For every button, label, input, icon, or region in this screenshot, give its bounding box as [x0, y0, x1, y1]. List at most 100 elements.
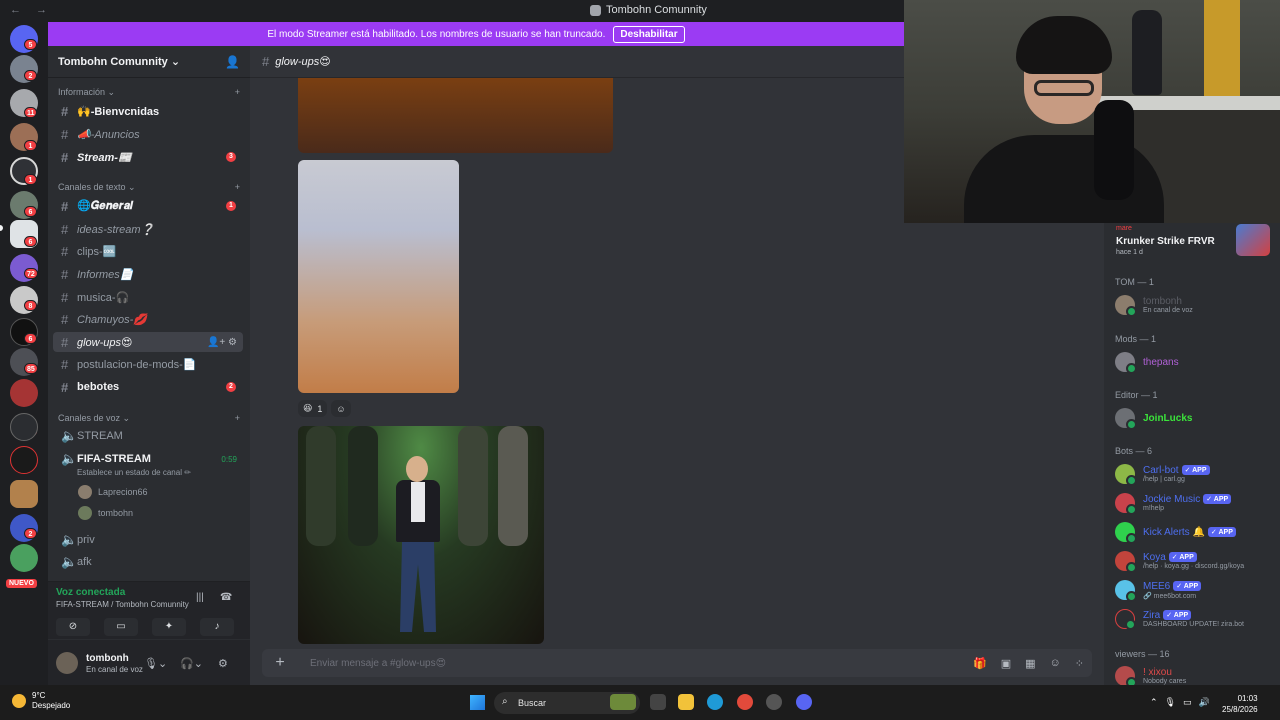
disable-streamer-button[interactable]: Deshabilitar: [613, 25, 685, 43]
channel-general[interactable]: # 🌐𝑮𝒆𝒏𝒆𝒓𝒂𝒍 1: [53, 196, 243, 216]
message-input[interactable]: Enviar mensaje a #glow-ups😍: [298, 658, 973, 669]
user-name[interactable]: tombonh: [86, 653, 129, 664]
server-icon-14[interactable]: [10, 480, 38, 508]
voice-channel-priv[interactable]: 🔈 priv: [53, 530, 243, 550]
widgets-icon[interactable]: [610, 694, 636, 710]
camera-off-icon[interactable]: ⊘: [56, 618, 90, 636]
gif-icon[interactable]: ▣: [1001, 657, 1011, 670]
server-icon-11[interactable]: [10, 379, 38, 407]
channel-settings-icon[interactable]: 👤+ ⚙: [207, 337, 237, 348]
hash-icon: #: [61, 289, 69, 305]
channel-glow-ups[interactable]: # glow-ups😍 👤+ ⚙: [53, 332, 243, 352]
nav-arrows[interactable]: ← →: [10, 4, 53, 16]
microphone-icon[interactable]: 🎙⌄: [144, 657, 167, 670]
channel-musica[interactable]: # musica-🎧: [53, 287, 243, 307]
image-attachment[interactable]: [298, 78, 613, 153]
member-bot[interactable]: Zira ✓ APP DASHBOARD UPDATE! zira.bot: [1115, 606, 1275, 632]
system-tray[interactable]: ⌃🎙▭🔊: [1150, 697, 1217, 708]
gift-icon[interactable]: 🎁: [973, 657, 987, 670]
gif-attachment[interactable]: [298, 426, 544, 644]
weather-widget[interactable]: 9°C Despejado: [12, 691, 70, 711]
hash-icon: #: [61, 198, 69, 214]
category-text[interactable]: Canales de texto ⌄ +: [58, 182, 240, 193]
channel-chamuyos[interactable]: # Chamuyos-💋: [53, 309, 243, 329]
screen-share-icon[interactable]: ▭: [104, 618, 138, 636]
member-name: ! xixou: [1143, 667, 1172, 678]
member-bot[interactable]: Kick Alerts 🔔 ✓ APP: [1115, 519, 1275, 545]
file-explorer-icon[interactable]: [678, 694, 694, 710]
sticker-icon[interactable]: ▦: [1025, 657, 1035, 670]
channel-informes[interactable]: # Informes📄: [53, 264, 243, 284]
edge-icon[interactable]: [707, 694, 723, 710]
channel-bebotes[interactable]: # bebotes 2: [53, 377, 243, 397]
avatar: [78, 506, 92, 520]
channel-ideas-stream[interactable]: # ideas-stream❔: [53, 219, 243, 239]
channel-bienvenidas[interactable]: # 🙌-Bienvcnidas: [53, 101, 243, 121]
member-bot[interactable]: MEE6 ✓ APP 🔗 mee6bot.com: [1115, 577, 1275, 603]
member-viewer[interactable]: ! xixou Nobody cares: [1115, 663, 1275, 685]
activity-time: hace 1 d: [1116, 249, 1143, 256]
member-bot[interactable]: Koya ✓ APP/help · koya.gg · discord.gg/ko…: [1115, 548, 1275, 574]
server-icon-12[interactable]: [10, 413, 38, 441]
voice-user[interactable]: Laprecion66: [78, 485, 148, 499]
member-bot[interactable]: Jockie Music ✓ APP m!help: [1115, 490, 1275, 516]
obs-icon[interactable]: [766, 694, 782, 710]
message-composer[interactable]: + Enviar mensaje a #glow-ups😍 🎁 ▣ ▦ ☺ ⁘: [262, 649, 1092, 677]
headphones-icon[interactable]: 🎧⌄: [180, 657, 203, 670]
server-header[interactable]: Tombohn Comunnity ⌄ 👤: [48, 46, 250, 78]
temperature: 9°C: [32, 691, 46, 700]
add-channel-icon[interactable]: +: [235, 182, 240, 193]
member-tombonh[interactable]: tombonh En canal de voz: [1115, 292, 1275, 318]
avatar: [1115, 522, 1137, 544]
server-badge: 6: [24, 333, 37, 344]
channel-postulacion[interactable]: # postulacion-de-mods-📄: [53, 354, 243, 374]
app-tag: ✓ APP: [1168, 552, 1197, 562]
voice-channel-fifa[interactable]: 🔈 FIFA-STREAM 0:59: [53, 449, 243, 469]
microphone: [1094, 100, 1134, 200]
task-view-icon[interactable]: [650, 694, 666, 710]
add-member-icon[interactable]: 👤: [225, 55, 240, 69]
activity-card[interactable]: mare Krunker Strike FRVR hace 1 d: [1104, 223, 1280, 261]
server-icon-13[interactable]: [10, 446, 38, 474]
channel-anuncios[interactable]: # 📣-Anuncios: [53, 124, 243, 144]
disconnect-icon[interactable]: ☎: [220, 592, 232, 603]
voice-connected-title[interactable]: Voz conectada: [56, 587, 125, 598]
window-title-text: Tombohn Comunnity: [606, 4, 707, 16]
streamer-mode-banner: El modo Streamer está habilitado. Los no…: [48, 22, 904, 46]
voice-channel-afk[interactable]: 🔈 afk: [53, 552, 243, 572]
soundboard-icon[interactable]: ♪: [200, 618, 234, 636]
add-channel-icon[interactable]: +: [235, 87, 240, 98]
server-icon-16[interactable]: [10, 544, 38, 572]
voice-channel-stream[interactable]: 🔈 STREAM: [53, 426, 243, 446]
member-thepans[interactable]: thepans: [1115, 349, 1275, 375]
member-bot[interactable]: Carl-bot ✓ APP/help | carl.gg: [1115, 461, 1275, 487]
image-attachment[interactable]: [298, 160, 459, 393]
gear-icon[interactable]: ⚙: [218, 657, 228, 670]
discord-icon[interactable]: [796, 694, 812, 710]
member-group-header: Editor — 1: [1115, 390, 1158, 400]
category-voice[interactable]: Canales de voz ⌄ +: [58, 413, 240, 424]
channel-clips[interactable]: # clips-🆒: [53, 241, 243, 261]
apps-icon[interactable]: ⁘: [1075, 657, 1084, 670]
channel-stream[interactable]: # Stream-📰 3: [53, 147, 243, 167]
member-joinlucks[interactable]: JoinLucks: [1115, 405, 1275, 431]
avatar[interactable]: [56, 652, 78, 674]
noise-icon[interactable]: |||: [196, 592, 204, 603]
channel-status[interactable]: Establece un estado de canal ✏: [77, 468, 191, 477]
windows-start-icon[interactable]: [470, 695, 485, 710]
activity-icon[interactable]: ✦: [152, 618, 186, 636]
voice-user[interactable]: tombohn: [78, 506, 133, 520]
kid-legs: [400, 542, 436, 632]
category-info[interactable]: Información ⌄ +: [58, 87, 240, 98]
add-reaction-icon[interactable]: ☺: [331, 400, 351, 417]
avatar: [1115, 464, 1137, 486]
clock[interactable]: 01:03 25/8/2026: [1222, 693, 1258, 715]
chrome-icon[interactable]: [737, 694, 753, 710]
server-badge: 11: [24, 107, 38, 118]
streamer-torso: [964, 135, 1164, 223]
webcam-overlay: [904, 0, 1280, 223]
add-attachment-icon[interactable]: +: [262, 654, 298, 672]
add-channel-icon[interactable]: +: [235, 413, 240, 424]
emoji-icon[interactable]: ☺: [1050, 657, 1061, 670]
reaction-pill[interactable]: 😆 1: [298, 400, 328, 417]
